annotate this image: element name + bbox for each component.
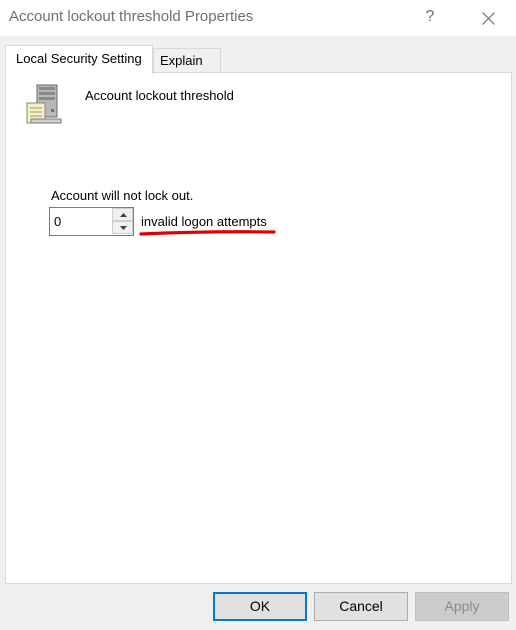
spin-up-button[interactable] [112, 208, 133, 221]
attempts-unit-label: invalid logon attempts [141, 214, 267, 229]
policy-name: Account lockout threshold [85, 88, 234, 103]
tab-strip: Local Security Setting Explain [5, 43, 512, 74]
title-bar: Account lockout threshold Properties ? [0, 0, 516, 36]
tab-local-security-setting[interactable]: Local Security Setting [5, 45, 153, 74]
threshold-input[interactable] [50, 208, 111, 235]
threshold-stepper[interactable] [49, 207, 134, 236]
lockout-description: Account will not lock out. [51, 188, 194, 203]
properties-dialog: Account lockout threshold Properties ? L… [0, 0, 516, 630]
tab-panel: Account lockout threshold Account will n… [5, 72, 512, 584]
chevron-up-icon [120, 213, 127, 217]
spin-down-button[interactable] [112, 221, 133, 234]
tab-explain[interactable]: Explain [153, 48, 221, 73]
help-button[interactable]: ? [412, 0, 448, 36]
apply-button[interactable]: Apply [415, 592, 509, 621]
window-title: Account lockout threshold Properties [9, 8, 254, 25]
cancel-button[interactable]: Cancel [314, 592, 408, 621]
close-icon [482, 12, 495, 25]
server-icon [26, 84, 62, 124]
ok-button[interactable]: OK [213, 592, 307, 621]
red-underline-annotation [139, 230, 276, 236]
chevron-down-icon [120, 226, 127, 230]
close-button[interactable] [466, 0, 510, 36]
help-icon: ? [425, 8, 435, 25]
